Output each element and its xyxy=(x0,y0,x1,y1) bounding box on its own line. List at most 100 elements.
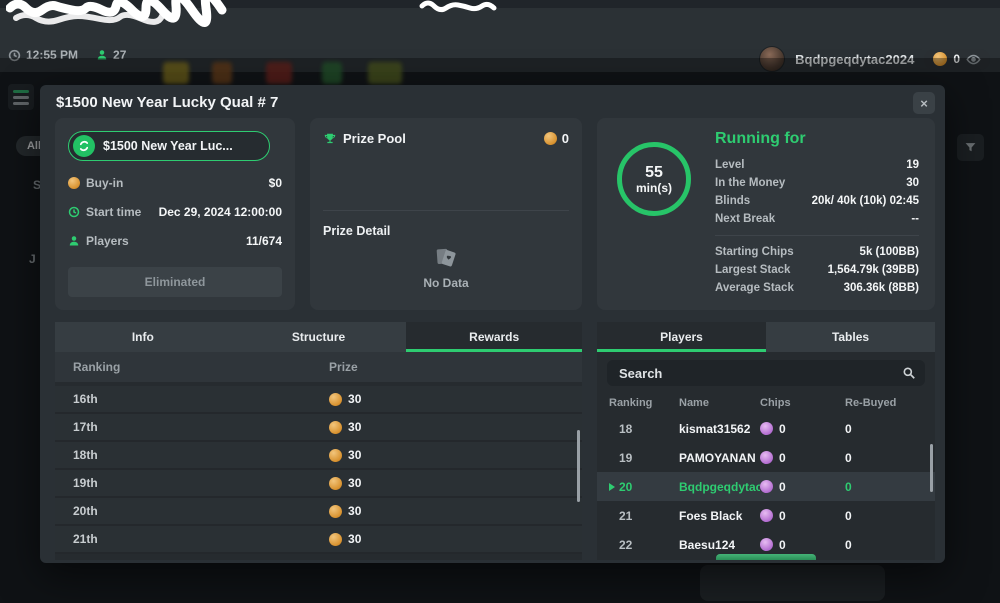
coin-icon xyxy=(329,533,342,546)
player-row[interactable]: 18 kismat31562 0 0 xyxy=(597,414,935,443)
start-time-value: Dec 29, 2024 12:00:00 xyxy=(159,205,282,219)
rank-cell: 20th xyxy=(55,504,329,518)
rewards-panel: Info Structure Rewards Ranking Prize 16t… xyxy=(55,322,582,560)
chip-stats: Starting Chips 5k (100BB) Largest Stack … xyxy=(715,243,919,297)
chips-cell: 0 xyxy=(779,451,786,465)
prize-detail-label: Prize Detail xyxy=(323,224,390,238)
prize-cell: 30 xyxy=(348,448,361,462)
running-for-title: Running for xyxy=(715,130,919,148)
duration-ring: 55 min(s) xyxy=(617,142,691,216)
purple-chip-icon xyxy=(760,480,773,493)
name-cell: PAMOYANAN xyxy=(679,451,760,465)
rebuyed-cell: 0 xyxy=(845,422,923,436)
modal-title: $1500 New Year Lucky Qual # 7 xyxy=(56,94,278,111)
stat-row: Blinds 20k/ 40k (10k) 02:45 xyxy=(715,192,919,210)
stat-value: 30 xyxy=(906,177,919,189)
name-cell: Baesu124 xyxy=(679,538,760,552)
stat-value: 19 xyxy=(906,159,919,171)
rank-cell: 18th xyxy=(55,448,329,462)
divider xyxy=(715,235,919,236)
players-table-header: Ranking Name Chips Re-Buyed xyxy=(597,392,935,414)
obscured-header-mark xyxy=(418,0,498,14)
obscured-logo xyxy=(6,0,236,30)
divider xyxy=(323,210,569,211)
coin-icon xyxy=(329,393,342,406)
app-root: 12:55 PM 27 Bqdpgeqdytac2024 0 xyxy=(0,0,1000,603)
duration-value: 55 xyxy=(645,164,663,181)
stat-label: Largest Stack xyxy=(715,264,790,276)
rebuyed-header: Re-Buyed xyxy=(845,397,923,409)
stat-label: Blinds xyxy=(715,195,750,207)
coin-icon xyxy=(68,177,80,189)
rewards-row[interactable]: 21th 30 xyxy=(55,526,582,554)
tournament-modal: $1500 New Year Lucky Qual # 7 × $1500 Ne… xyxy=(40,85,945,563)
purple-chip-icon xyxy=(760,538,773,551)
prize-pool-card: Prize Pool 0 Prize Detail No Data xyxy=(310,118,582,310)
rank-cell: 22 xyxy=(619,538,632,552)
start-time-label: Start time xyxy=(86,205,141,219)
stat-label: Level xyxy=(715,159,744,171)
players-rows: 18 kismat31562 0 0 19 xyxy=(597,414,935,560)
stat-value: 1,564.79k (39BB) xyxy=(828,264,919,276)
stat-value: -- xyxy=(911,213,919,225)
tab[interactable]: Tables xyxy=(766,322,935,352)
coin-icon xyxy=(329,505,342,518)
name-cell: kismat31562 xyxy=(679,422,760,436)
prize-cell: 30 xyxy=(348,504,361,518)
purple-chip-icon xyxy=(760,509,773,522)
coin-icon xyxy=(329,421,342,434)
rewards-rows: 16th 30 17th 30 xyxy=(55,386,582,554)
tournament-name-pill[interactable]: $1500 New Year Luc... xyxy=(68,131,270,161)
rebuyed-cell: 0 xyxy=(845,480,923,494)
buyin-label: Buy-in xyxy=(86,176,123,190)
rewards-row[interactable]: 19th 30 xyxy=(55,470,582,498)
tab[interactable]: Players xyxy=(597,322,766,352)
chips-cell: 0 xyxy=(779,538,786,552)
stat-row: Level 19 xyxy=(715,156,919,174)
stat-row: Average Stack 306.36k (8BB) xyxy=(715,279,919,297)
rebuyed-cell: 0 xyxy=(845,451,923,465)
close-icon[interactable]: × xyxy=(913,92,935,114)
rewards-table-header: Ranking Prize xyxy=(55,352,582,382)
tab[interactable]: Info xyxy=(55,322,231,352)
prize-cell: 30 xyxy=(348,476,361,490)
player-row[interactable]: 20 Bqdpgeqdytac: 0 0 xyxy=(597,472,935,501)
rewards-row[interactable]: 17th 30 xyxy=(55,414,582,442)
clipped-green-button[interactable] xyxy=(716,554,816,560)
rank-cell: 16th xyxy=(55,392,329,406)
scrollbar-thumb[interactable] xyxy=(577,430,580,502)
rewards-row[interactable]: 16th 30 xyxy=(55,386,582,414)
right-tabbar: Players Tables xyxy=(597,322,935,352)
tournament-info-card: $1500 New Year Luc... Buy-in $0 Start ti… xyxy=(55,118,295,310)
player-row[interactable]: 19 PAMOYANAN 0 0 xyxy=(597,443,935,472)
tab[interactable]: Structure xyxy=(231,322,407,352)
rank-cell: 17th xyxy=(55,420,329,434)
running-status-card: 55 min(s) Running for Level 19 In the Mo… xyxy=(597,118,935,310)
eliminated-button[interactable]: Eliminated xyxy=(68,267,282,297)
players-panel: Players Tables Ranking Name Chips Re-Buy… xyxy=(597,322,935,560)
rewards-row[interactable]: 18th 30 xyxy=(55,442,582,470)
player-row[interactable]: 21 Foes Black 0 0 xyxy=(597,501,935,530)
stat-value: 20k/ 40k (10k) 02:45 xyxy=(812,195,919,207)
rewards-row[interactable]: 20th 30 xyxy=(55,498,582,526)
tab[interactable]: Rewards xyxy=(406,322,582,352)
stat-row: Starting Chips 5k (100BB) xyxy=(715,243,919,261)
running-stats: Level 19 In the Money 30 Blinds 20k/ 40k… xyxy=(715,156,919,228)
coin-icon xyxy=(329,449,342,462)
rebuyed-cell: 0 xyxy=(845,509,923,523)
prize-pool-value: 0 xyxy=(562,131,569,146)
magnifier-icon[interactable] xyxy=(902,366,916,380)
search-input[interactable] xyxy=(607,360,925,386)
buyin-value: $0 xyxy=(269,176,282,190)
stat-label: Average Stack xyxy=(715,282,794,294)
scrollbar-thumb[interactable] xyxy=(930,444,933,492)
stat-value: 5k (100BB) xyxy=(860,246,919,258)
rank-cell: 19 xyxy=(619,451,632,465)
left-tabbar: Info Structure Rewards xyxy=(55,322,582,352)
playing-cards-icon xyxy=(431,242,460,271)
rank-cell: 18 xyxy=(619,422,632,436)
coin-icon xyxy=(329,477,342,490)
players-label: Players xyxy=(86,234,129,248)
name-cell: Bqdpgeqdytac: xyxy=(679,480,760,494)
chips-cell: 0 xyxy=(779,509,786,523)
